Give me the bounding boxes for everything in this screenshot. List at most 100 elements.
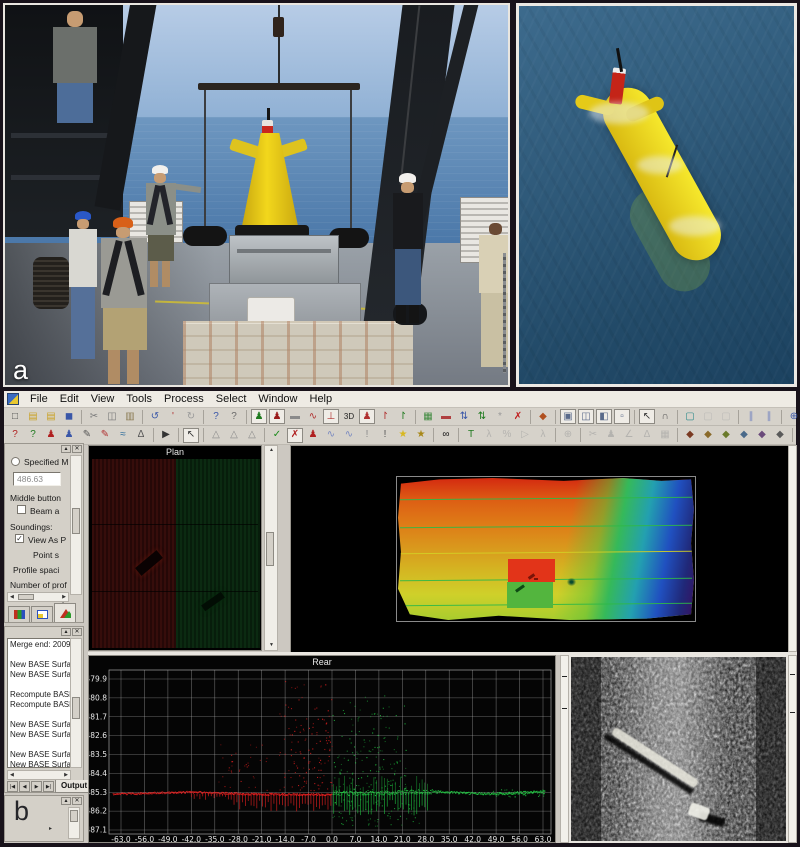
panel-close-button[interactable]: ✕ [72, 628, 82, 636]
cut-icon[interactable]: ✂ [86, 409, 102, 424]
filter-tri-2-icon[interactable]: △ [226, 428, 242, 443]
tab-layers[interactable] [8, 606, 30, 622]
surface-red-icon[interactable]: ◆ [682, 428, 698, 443]
panel-pin-button[interactable]: ▴ [61, 445, 71, 453]
filter-tri-1-icon[interactable]: △ [208, 428, 224, 443]
query-all-icon[interactable]: ? [25, 428, 41, 443]
paste-icon[interactable]: ▥ [122, 409, 138, 424]
filter-tri-3-icon[interactable]: △ [244, 428, 260, 443]
reject-swath-icon[interactable]: ♟ [43, 428, 59, 443]
sidescan-sonar-view[interactable] [569, 655, 788, 843]
plan-vertical-scrollbar[interactable]: ▲ ▼ [264, 445, 278, 651]
about-help-icon[interactable]: ? [208, 409, 224, 424]
panel-pin-button[interactable]: ▴ [61, 628, 71, 636]
wiggle-view-icon[interactable]: ∿ [305, 409, 321, 424]
output-horizontal-scrollbar[interactable]: ◀ ▶ [7, 770, 71, 780]
cube-3d-icon[interactable]: ◆ [535, 409, 551, 424]
surface-olive-icon[interactable]: ◆ [718, 428, 734, 443]
warn-major-icon[interactable]: ! [377, 428, 393, 443]
new-file-icon[interactable]: □ [7, 409, 23, 424]
sort-ascending-icon[interactable]: ⇅ [456, 409, 472, 424]
panel-vertical-scrollbar[interactable] [70, 455, 82, 595]
cursor-pick-icon[interactable]: ↖ [183, 428, 199, 443]
lasso-select-icon[interactable]: ∩ [657, 409, 673, 424]
delete-selected-icon[interactable]: ✗ [510, 409, 526, 424]
menu-window[interactable]: Window [252, 392, 303, 406]
window-tile-icon[interactable]: ▣ [560, 409, 576, 424]
spline-b-icon[interactable]: ∿ [341, 428, 357, 443]
find-icon[interactable]: ∞ [438, 428, 454, 443]
sidescan-right-strip[interactable] [788, 655, 797, 843]
last-tab-button[interactable]: ▶| [43, 781, 54, 792]
tide-tool-icon[interactable]: ≈ [115, 428, 131, 443]
swath-editor-icon[interactable]: ♟ [251, 409, 267, 424]
zoom-disabled-icon[interactable]: ⊕ [560, 428, 576, 443]
star-secondary-icon[interactable]: ★ [413, 428, 429, 443]
node-gray-icon[interactable]: ♟ [603, 428, 619, 443]
scroll-thumb[interactable] [70, 810, 78, 822]
open-file-icon[interactable]: ▤ [25, 409, 41, 424]
flag-tool-icon[interactable]: ▷ [517, 428, 533, 443]
lambda-2-icon[interactable]: λ [535, 428, 551, 443]
mesh-gray-icon[interactable]: ▦ [657, 428, 673, 443]
output-vertical-scrollbar[interactable] [70, 638, 82, 768]
redo-icon[interactable]: ↻ [183, 409, 199, 424]
beam-checkbox[interactable] [17, 505, 26, 514]
save-icon[interactable]: ◼ [61, 409, 77, 424]
edit-red-icon[interactable]: ↾ [377, 409, 393, 424]
tab-profile[interactable] [54, 603, 76, 622]
panel-close-button[interactable]: ✕ [72, 797, 82, 805]
percent-filter-icon[interactable]: % [499, 428, 515, 443]
scroll-right-arrow[interactable]: ▶ [64, 773, 68, 778]
window-split-v-icon[interactable]: ◧ [596, 409, 612, 424]
menu-view[interactable]: View [85, 392, 121, 406]
next-tab-button[interactable]: ▶ [31, 781, 42, 792]
window-cascade-icon[interactable]: ▫ [614, 409, 630, 424]
open-project-icon[interactable]: ▤ [43, 409, 59, 424]
output-message-list[interactable]: Merge end: 2009-2 New BASE SurfaceNew BA… [7, 638, 71, 768]
view-as-checkbox[interactable]: ✓ [15, 534, 24, 543]
tab-window[interactable] [31, 606, 53, 622]
grid-colored-icon[interactable]: ▦ [420, 409, 436, 424]
menu-edit[interactable]: Edit [54, 392, 85, 406]
query-selected-icon[interactable]: ? [7, 428, 23, 443]
clear-marks-icon[interactable]: * [492, 409, 508, 424]
surface-amber-icon[interactable]: ◆ [700, 428, 716, 443]
context-help-icon[interactable]: ? [226, 409, 242, 424]
bathymetry-scroll-strip[interactable] [788, 445, 797, 652]
subset-editor-icon[interactable]: ♟ [269, 409, 285, 424]
expand-arrow[interactable]: ▸ [49, 826, 52, 832]
accept-icon[interactable]: ✓ [269, 428, 285, 443]
edit-attitude-icon[interactable]: ✎ [97, 428, 113, 443]
edit-green-icon[interactable]: ↾ [395, 409, 411, 424]
panel-close-button[interactable]: ✕ [72, 445, 82, 453]
scroll-right-arrow[interactable]: ▶ [62, 595, 66, 600]
menu-help[interactable]: Help [304, 392, 339, 406]
scroll-up-arrow[interactable]: ▲ [269, 448, 274, 453]
tin-gray-icon[interactable]: Δ [639, 428, 655, 443]
angle-gray-icon[interactable]: ∠ [621, 428, 637, 443]
designate-icon[interactable]: ♟ [305, 428, 321, 443]
menu-process[interactable]: Process [158, 392, 210, 406]
undo-mark-icon[interactable]: ' [165, 409, 181, 424]
svp-tool-icon[interactable]: Δ [133, 428, 149, 443]
pointer-mode-icon[interactable]: ▶ [158, 428, 174, 443]
panel-pin-button[interactable]: ▴ [61, 797, 71, 805]
menu-tools[interactable]: Tools [120, 392, 158, 406]
lambda-filter-icon[interactable]: λ [481, 428, 497, 443]
zoom-in-icon[interactable]: ⊕ [786, 409, 800, 424]
menu-select[interactable]: Select [210, 392, 253, 406]
menu-file[interactable]: File [24, 392, 54, 406]
accept-swath-icon[interactable]: ♟ [61, 428, 77, 443]
scroll-thumb[interactable] [72, 697, 80, 719]
first-tab-button[interactable]: |◀ [7, 781, 18, 792]
view-3d-icon[interactable]: 3D [341, 409, 357, 424]
scroll-left-arrow[interactable]: ◀ [10, 773, 14, 778]
warn-minor-icon[interactable]: ! [359, 428, 375, 443]
edit-nav-icon[interactable]: ✎ [79, 428, 95, 443]
poly-select-icon[interactable]: ▢ [700, 409, 716, 424]
free-select-icon[interactable]: ▢ [718, 409, 734, 424]
undo-icon[interactable]: ↺ [147, 409, 163, 424]
subset-selection-red[interactable] [508, 559, 555, 582]
line-red-icon[interactable]: ▬ [438, 409, 454, 424]
